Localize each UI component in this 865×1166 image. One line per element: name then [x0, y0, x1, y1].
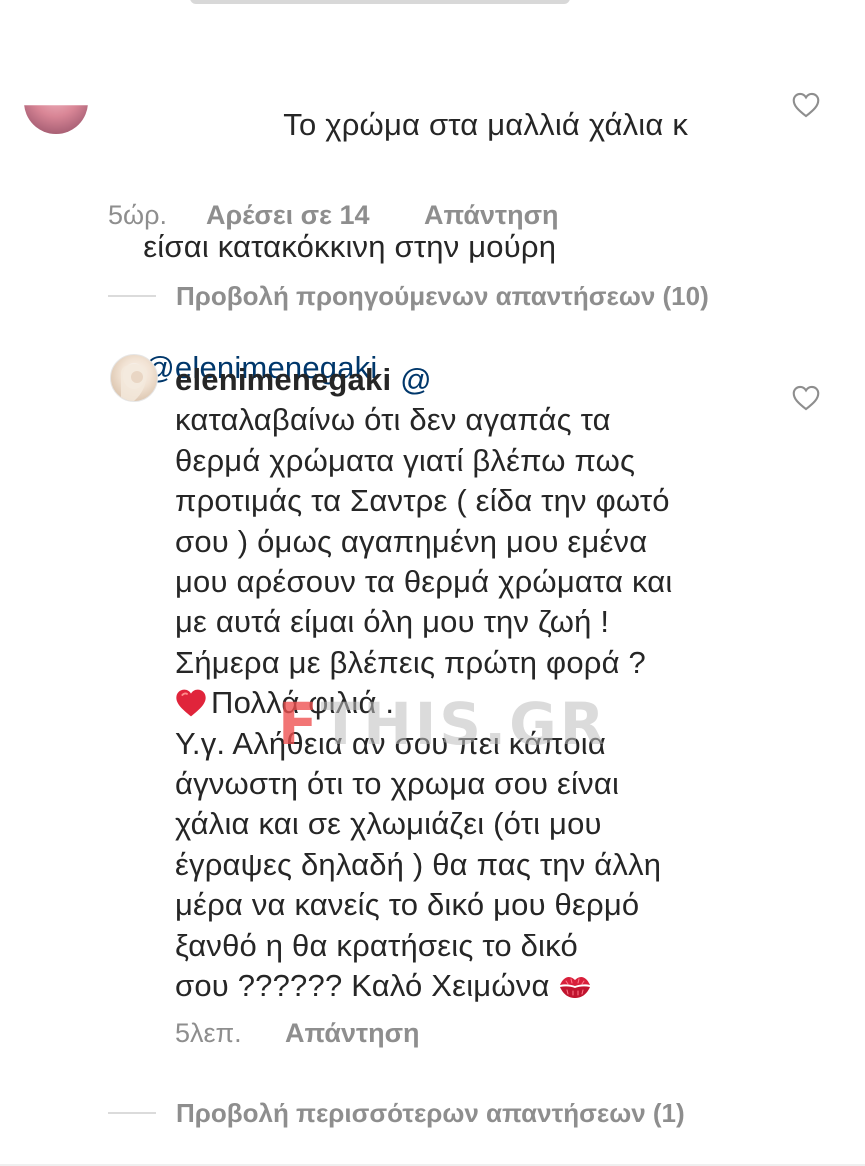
reply-line: έγραψες δηλαδή ) θα πας την άλλη: [175, 846, 662, 882]
avatar-portrait-icon: [121, 363, 147, 401]
reply-body: elenimenegaki @ καταλαβαίνω ότι δεν αγαπ…: [175, 360, 775, 1007]
reply-username[interactable]: elenimenegaki: [175, 362, 391, 397]
comment-line: Το χρώμα στα μαλλιά χάλια κ: [283, 107, 689, 143]
reply-line: μέρα να κανείς το δικό μου θερμό: [175, 887, 640, 923]
reply-line: θερμά χρώματα γιατί βλέπω πως: [175, 442, 636, 478]
reply-meta: 5λεπ. Απάντηση: [175, 1018, 420, 1049]
reply-button[interactable]: Απάντηση: [285, 1018, 420, 1049]
red-heart-emoji-icon: [176, 689, 206, 717]
likes-count[interactable]: Αρέσει σε 14: [206, 200, 424, 231]
reply-line: άγνωστη ότι το χρωμα σου είναι: [175, 766, 620, 802]
reply-timestamp: 5λεπ.: [175, 1018, 242, 1048]
view-more-replies-button[interactable]: Προβολή περισσότερων απαντήσεων (1): [108, 1097, 685, 1129]
cropped-text-fragment: [190, 0, 570, 4]
comment-meta: 5ώρ. Αρέσει σε 14 Απάντηση: [108, 200, 559, 231]
reply-heart-line: Πολλά φιλιά .: [175, 683, 775, 723]
comment-thread: Το χρώμα στα μαλλιά χάλια κ είσαι κατακό…: [0, 0, 865, 1166]
reply-line: σου ) όμως αγαπημένη μου εμένα: [175, 523, 648, 559]
reply-line: Σήμερα με βλέπεις πρώτη φορά ?: [175, 644, 646, 680]
reply-button[interactable]: Απάντηση: [424, 200, 559, 231]
reply-line: μου αρέσουν τα θερμά χρώματα και: [175, 564, 673, 600]
reply-line: ξανθό η θα κρατήσεις το δικό: [175, 927, 578, 963]
like-heart-icon[interactable]: [792, 92, 820, 118]
divider-line: [108, 1112, 156, 1114]
comment-line: είσαι κατακόκκινη στην μούρη: [143, 228, 557, 264]
reply-header-line: elenimenegaki @: [175, 360, 775, 400]
cropped-previous-comment: [150, 0, 630, 10]
reply-line: Υ.γ. Αλήθεια αν σου πει κάποια: [175, 725, 606, 761]
reply-line: προτιμάς τα Σαντρε ( είδα την φωτό: [175, 483, 670, 519]
commenter-avatar[interactable]: [24, 105, 88, 134]
view-more-replies-label: Προβολή περισσότερων απαντήσεων (1): [176, 1097, 685, 1128]
view-previous-replies-label: Προβολή προηγούμενων απαντήσεων (10): [176, 280, 709, 311]
reply-line: καταλαβαίνω ότι δεν αγαπάς τα: [175, 402, 611, 438]
reply-line: σου ?????? Καλό Χειμώνα: [175, 968, 550, 1004]
kiss-mark-emoji-icon: [559, 977, 590, 999]
comment-timestamp: 5ώρ.: [108, 200, 167, 230]
reply-mention[interactable]: @: [400, 362, 432, 397]
reply-last-line: σου ?????? Καλό Χειμώνα: [175, 966, 775, 1006]
divider-line: [108, 295, 156, 297]
reply-line: με αυτά είμαι όλη μου την ζωή !: [175, 604, 610, 640]
reply-avatar[interactable]: [110, 354, 158, 402]
like-heart-icon[interactable]: [792, 385, 820, 411]
view-previous-replies-button[interactable]: Προβολή προηγούμενων απαντήσεων (10): [108, 280, 709, 312]
reply-line: Πολλά φιλιά .: [211, 685, 395, 721]
reply-line: χάλια και σε χλωμιάζει (ότι μου: [175, 806, 602, 842]
